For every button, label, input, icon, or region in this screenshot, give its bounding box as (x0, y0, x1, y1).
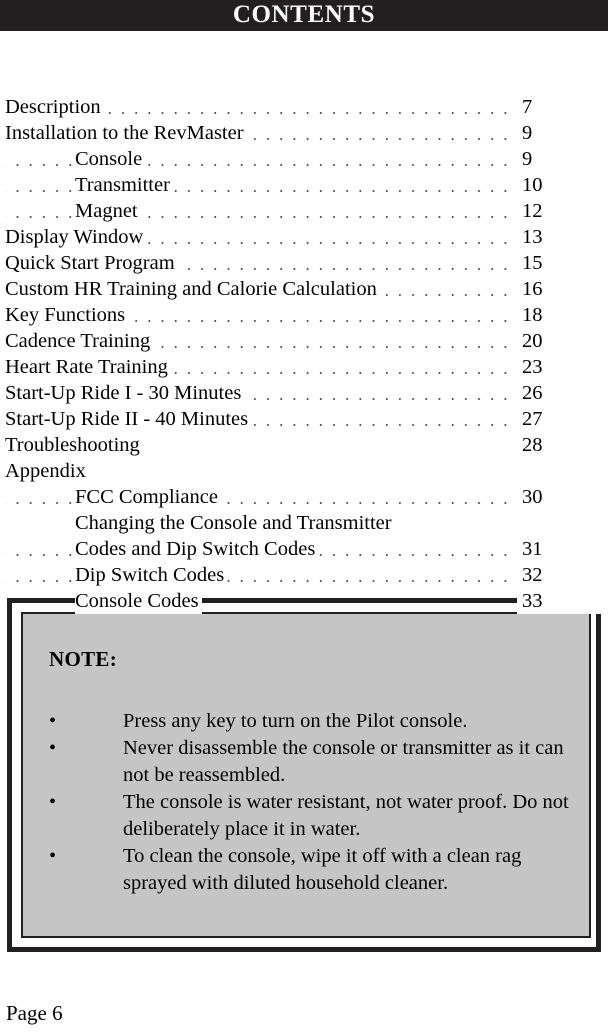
table-of-contents: Description 7 Installation to the RevMaste… (5, 94, 603, 614)
toc-entry-page-number: 33 (517, 588, 603, 614)
note-label: NOTE: (49, 647, 118, 671)
note-bullet-item: • Press any key to turn on the Pilot cons… (49, 708, 569, 735)
toc-entry-page-number: 18 (517, 302, 603, 328)
toc-entry-page-number: 31 (517, 536, 603, 562)
toc-entry-label: Changing the Console and Transmitter (75, 510, 395, 536)
toc-entry[interactable]: Console 9 (5, 146, 603, 172)
toc-entry[interactable]: FCC Compliance 30 (5, 484, 603, 510)
toc-entry[interactable]: Changing the Console and Transmitter (5, 510, 603, 536)
note-bullet-text: The console is water resistant, not wate… (123, 791, 569, 840)
toc-entry[interactable]: Description 7 (5, 94, 603, 120)
toc-entry-label: Transmitter (75, 172, 173, 198)
toc-entry-page-number: 7 (517, 94, 603, 120)
toc-entry[interactable]: Codes and Dip Switch Codes 31 (5, 536, 603, 562)
toc-entry-page-number: 20 (517, 328, 603, 354)
toc-entry-page-number: 23 (517, 354, 603, 380)
toc-entry-page-number: 30 (517, 484, 603, 510)
toc-entry-page-number: 9 (517, 120, 603, 146)
note-bullet-list: • Press any key to turn on the Pilot cons… (49, 708, 569, 897)
toc-entry-label: Custom HR Training and Calorie Calculati… (5, 276, 380, 302)
toc-entry-label: Key Functions (5, 302, 129, 328)
page-title: CONTENTS (232, 1, 376, 28)
toc-entry-label: Quick Start Program (5, 250, 178, 276)
note-bullet-text: To clean the console, wipe it off with a… (123, 845, 522, 894)
note-bullet-text: Press any key to turn on the Pilot conso… (123, 710, 468, 732)
toc-entry-label: Codes and Dip Switch Codes (75, 536, 319, 562)
bullet-icon: • (49, 710, 57, 732)
toc-entry[interactable]: Transmitter 10 (5, 172, 603, 198)
toc-entry[interactable]: Installation to the RevMaster 9 (5, 120, 603, 146)
toc-entry[interactable]: Troubleshooting 28 (5, 432, 603, 458)
toc-entry[interactable]: Start-Up Ride II - 40 Minutes 27 (5, 406, 603, 432)
bullet-icon: • (49, 845, 57, 867)
toc-entry-label: Console (75, 146, 146, 172)
toc-entry-page-number: 15 (517, 250, 603, 276)
note-bullet-text: Never disassemble the console or transmi… (123, 737, 564, 786)
toc-entry-label: Dip Switch Codes (75, 562, 228, 588)
toc-entry-label: Magnet (75, 198, 141, 224)
toc-entry-page-number: 10 (517, 172, 603, 198)
toc-entry-label: Cadence Training (5, 328, 154, 354)
note-panel: NOTE: • Press any key to turn on the Pilo… (21, 612, 591, 938)
toc-entry[interactable]: Custom HR Training and Calorie Calculati… (5, 276, 603, 302)
toc-entry[interactable]: Dip Switch Codes 32 (5, 562, 603, 588)
contents-header-bar: CONTENTS (0, 0, 608, 31)
toc-entry-label: Heart Rate Training (5, 354, 171, 380)
toc-entry-label: Troubleshooting (5, 432, 143, 458)
toc-entry-page-number: 12 (517, 198, 603, 224)
toc-entry[interactable]: Display Window 13 (5, 224, 603, 250)
toc-entry[interactable]: Appendix (5, 458, 603, 484)
toc-entry-label: Description (5, 94, 104, 120)
toc-entry[interactable]: Start-Up Ride I - 30 Minutes 26 (5, 380, 603, 406)
note-callout-box: NOTE: • Press any key to turn on the Pilo… (7, 598, 601, 952)
toc-entry-page-number: 27 (517, 406, 603, 432)
toc-entry-label: Start-Up Ride I - 30 Minutes (5, 380, 245, 406)
toc-entry-label: Appendix (5, 458, 89, 484)
toc-entry-label: Console Codes (75, 588, 202, 614)
toc-entry-page-number: 26 (517, 380, 603, 406)
bullet-icon: • (49, 737, 57, 759)
bullet-icon: • (49, 791, 57, 813)
toc-entry[interactable]: Key Functions 18 (5, 302, 603, 328)
toc-entry-label: Display Window (5, 224, 147, 250)
note-bullet-item: • The console is water resistant, not wat… (49, 789, 569, 843)
toc-entry-label: FCC Compliance (75, 484, 221, 510)
toc-entry-page-number (517, 510, 603, 536)
toc-entry-page-number (517, 458, 603, 484)
toc-entry-page-number: 28 (517, 432, 603, 458)
toc-entry-page-number: 13 (517, 224, 603, 250)
toc-entry-label: Start-Up Ride II - 40 Minutes (5, 406, 252, 432)
page-number-footer: Page 6 (6, 1001, 63, 1025)
toc-entry-page-number: 16 (517, 276, 603, 302)
toc-entry[interactable]: Heart Rate Training 23 (5, 354, 603, 380)
note-bullet-item: • Never disassemble the console or transm… (49, 735, 569, 789)
toc-entry[interactable]: Cadence Training 20 (5, 328, 603, 354)
toc-entry[interactable]: Magnet 12 (5, 198, 603, 224)
note-bullet-item: • To clean the console, wipe it off with … (49, 843, 569, 897)
toc-entry-page-number: 9 (517, 146, 603, 172)
toc-entry-page-number: 32 (517, 562, 603, 588)
toc-entry-label: Installation to the RevMaster (5, 120, 247, 146)
toc-entry[interactable]: Quick Start Program 15 (5, 250, 603, 276)
